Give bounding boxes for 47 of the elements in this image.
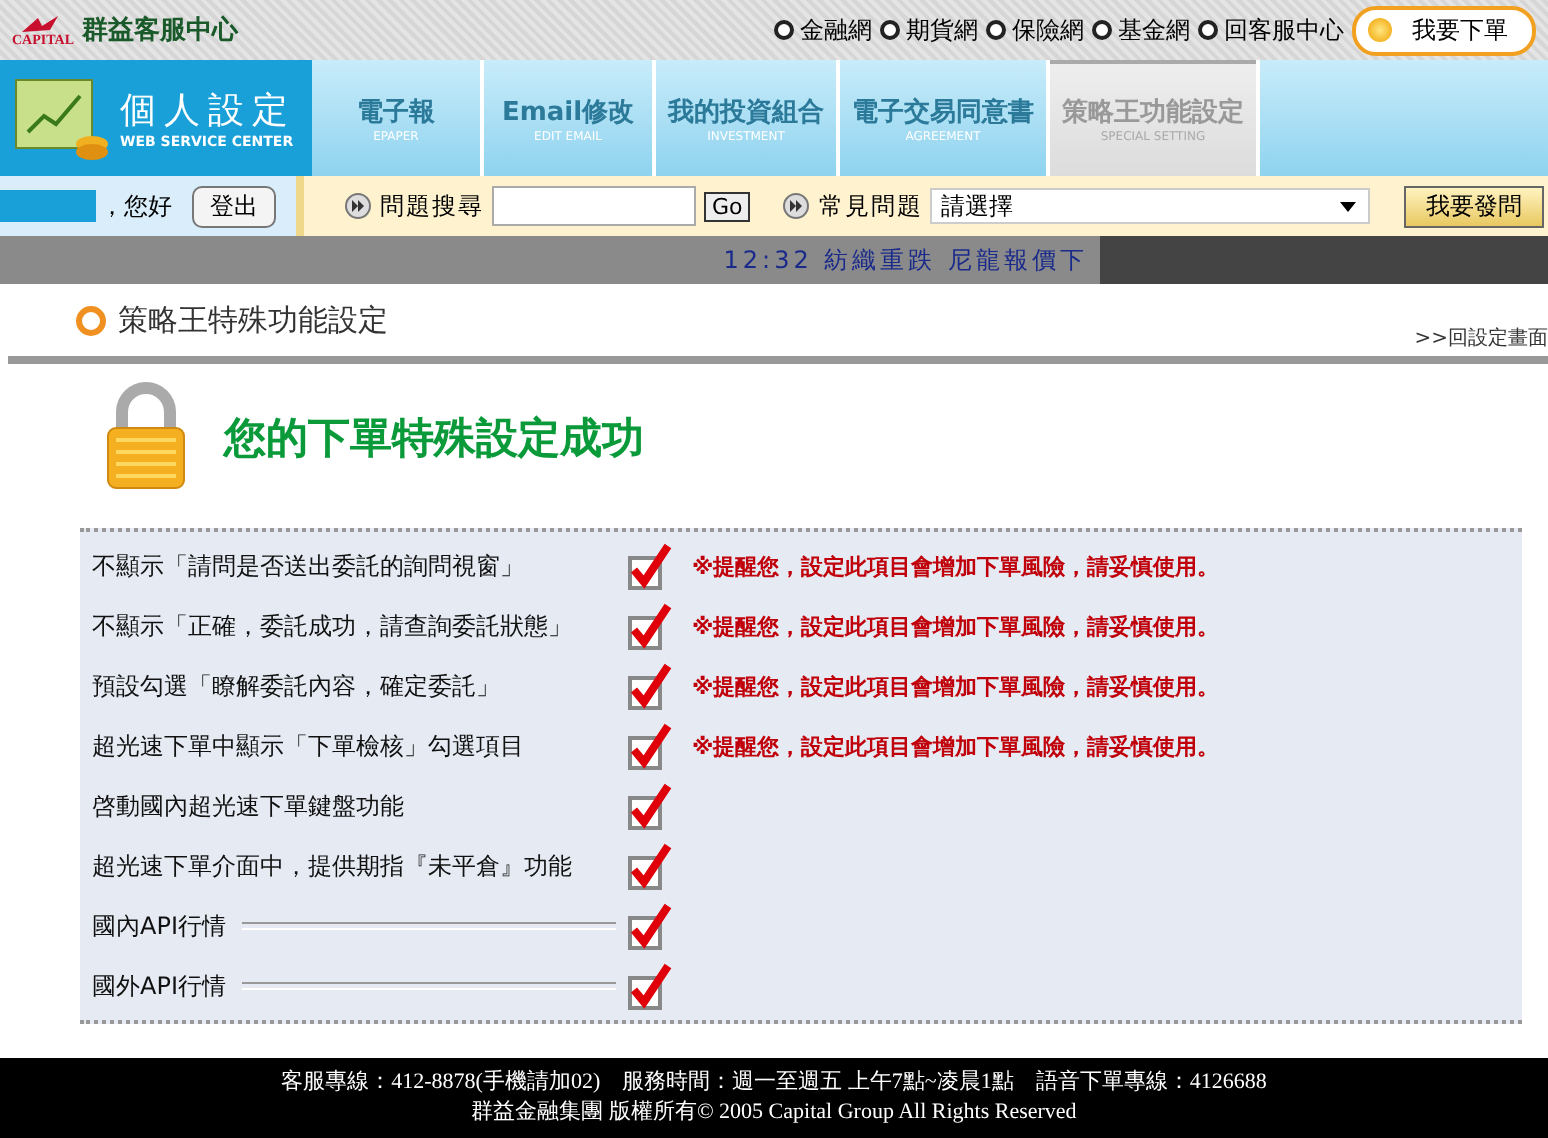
warning-text: ※提醒您，設定此項目會增加下單風險，請妥慎使用。: [692, 551, 1220, 581]
setting-label: 超光速下單中顯示「下單檢核」勾選項目: [92, 729, 524, 763]
warning-text: ※提醒您，設定此項目會增加下單風險，請妥慎使用。: [692, 611, 1220, 641]
go-button[interactable]: Go: [704, 191, 751, 221]
setting-label: 不顯示「請問是否送出委託的詢問視窗」: [92, 549, 524, 583]
order-button[interactable]: 我要下單: [1352, 5, 1536, 55]
faq-dropdown[interactable]: 請選擇: [930, 188, 1371, 224]
checkbox[interactable]: [628, 722, 672, 770]
brand-title: 群益客服中心: [81, 13, 238, 48]
forward-icon: [782, 192, 811, 220]
setting-label: 國內API行情: [92, 909, 226, 943]
checkbox[interactable]: [628, 602, 672, 650]
site-link[interactable]: 保險網: [986, 13, 1084, 47]
setting-label: 超光速下單介面中，提供期指『未平倉』功能: [92, 849, 572, 883]
checkbox[interactable]: [628, 662, 672, 710]
checkbox[interactable]: [628, 842, 672, 890]
setting-label: 國外API行情: [92, 969, 226, 1003]
warning-text: ※提醒您，設定此項目會增加下單風險，請妥慎使用。: [692, 671, 1220, 701]
site-link[interactable]: 期貨網: [880, 13, 978, 47]
name-block: [0, 190, 96, 222]
site-link[interactable]: 基金網: [1092, 13, 1190, 47]
site-link[interactable]: 金融網: [774, 13, 872, 47]
section-title: 策略王特殊功能設定: [118, 301, 388, 339]
footer-text: 群益金融集團 版權所有© 2005 Capital Group All Rights Reserved: [471, 1098, 1077, 1128]
search-field[interactable]: [492, 186, 696, 226]
setting-label: 不顯示「正確，委託成功，請查詢委託狀態」: [92, 609, 572, 643]
forward-icon: [344, 192, 372, 220]
warning-text: ※提醒您，設定此項目會增加下單風險，請妥慎使用。: [692, 731, 1220, 761]
checkbox[interactable]: [628, 962, 672, 1010]
search-label: 問題搜尋: [380, 189, 484, 223]
setting-label: 預設勾選「瞭解委託內容，確定委託」: [92, 669, 500, 703]
setting-label: 啓動國內超光速下單鍵盤功能: [92, 789, 404, 823]
footer-text: 客服專線：412-8878(手機請加02) 服務時間：週一至週五 上午7點~凌晨1點 語音下單專線：4126688: [281, 1068, 1267, 1098]
greeting-text: ，您好: [100, 189, 172, 223]
ask-button[interactable]: 我要發問: [1404, 185, 1544, 227]
ring-icon: [76, 305, 106, 335]
back-link[interactable]: >>回設定畫面: [1414, 324, 1548, 352]
checkbox[interactable]: [628, 782, 672, 830]
success-message: 您的下單特殊設定成功: [224, 412, 644, 466]
checkbox[interactable]: [628, 542, 672, 590]
site-link[interactable]: 回客服中心: [1198, 13, 1344, 47]
nav-title: 個人設定: [120, 88, 296, 134]
checkbox[interactable]: [628, 902, 672, 950]
caret-icon: [1340, 201, 1357, 211]
news-ticker: 12:32 紡織重跌 尼龍報價下: [0, 236, 1100, 284]
faq-label: 常見問題: [818, 189, 923, 223]
logout-button[interactable]: 登出: [192, 185, 276, 227]
